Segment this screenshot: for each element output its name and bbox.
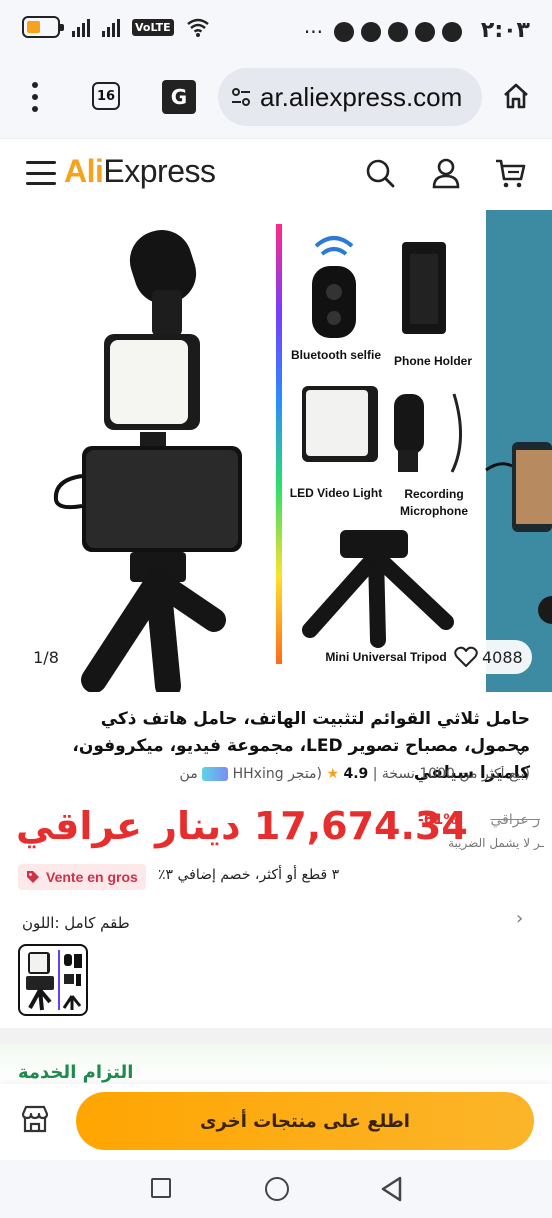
label-bluetooth: Bluetooth selfie [290,348,381,362]
battery-icon [22,16,64,38]
address-bar[interactable]: ar.aliexpress.com [218,68,482,126]
store-badge-icon [202,767,229,781]
product-gallery[interactable]: Bluetooth selfie Phone Holder LED Video … [0,210,552,692]
store-icon[interactable] [20,1104,50,1134]
cart-icon[interactable] [494,157,526,189]
account-icon[interactable] [430,157,462,189]
site-header: AliExpress [0,138,552,210]
label-phone-holder: Phone Holder [393,354,472,368]
signal-icon [72,17,90,37]
hamburger-menu-icon[interactable] [26,161,56,185]
bottom-action-bar: اطلع على منتجات أخرى [0,1084,552,1160]
search-icon[interactable] [364,157,396,189]
home-button[interactable] [265,1177,289,1201]
clock: ٢:٠٣ [480,18,530,43]
tab-switcher-button[interactable]: 16 [92,82,120,110]
view-other-products-button[interactable]: اطلع على منتجات أخرى [76,1092,534,1150]
wishlist-button[interactable]: 4088 [446,640,532,674]
chevron-right-icon[interactable]: › [516,908,523,929]
back-button[interactable] [380,1176,402,1202]
system-nav-bar [0,1160,552,1218]
product-meta: (بيع أكثر من 1000 نسخة | 4.9 ★ (متجر HHx… [10,766,530,790]
tag-icon [27,871,39,883]
original-price: ر عراقي [490,812,540,828]
heart-icon [454,646,478,667]
recents-button[interactable] [151,1178,171,1198]
wholesale-badge: Vente en gros [18,864,146,890]
translate-icon[interactable]: G [162,80,196,114]
rating-value: 4.9 [343,766,369,782]
chat-icon [334,22,354,42]
status-left-icons: VoLTE [22,16,210,38]
sold-count: (بيع أكثر من 1000 نسخة [381,766,530,782]
more-notifications-icon: ··· [303,20,323,44]
label-microphone: Recording Microphone [400,487,468,518]
discount-percent: -61% [418,812,458,828]
wifi-icon [186,18,209,37]
facebook-icon [442,22,462,42]
wholesale-label: Vente en gros [46,869,138,885]
browser-menu-icon[interactable] [30,82,40,112]
store-prefix: (متجر [288,766,323,782]
bulk-discount-text: ٣ قطع أو أكثر، خصم إضافي ٣٪ [158,867,340,883]
image-counter: 1/8 [18,640,74,674]
chevron-down-icon[interactable]: ⌄ [514,740,527,759]
label-led-light: LED Video Light [289,486,383,500]
current-price: 17,674.34 دينار عراقي [16,804,468,848]
gallery-icon [415,22,435,42]
section-divider [0,1028,552,1044]
store-name[interactable]: HHxing [233,766,284,782]
store-suffix: من [179,766,198,782]
volte-badge: VoLTE [132,18,174,36]
wishlist-count: 4088 [482,647,523,667]
site-settings-icon[interactable] [230,86,252,108]
status-bar: VoLTE ··· ٢:٠٣ [0,0,552,62]
service-title: التزام الخدمة [18,1062,134,1083]
messenger-icon-2 [388,22,408,42]
messenger-icon [361,22,381,42]
signal-icon-2 [102,17,120,37]
url-text[interactable]: ar.aliexpress.com [260,82,462,113]
product-image [53,210,552,692]
star-icon: ★ [326,766,340,782]
color-swatch-full-kit[interactable] [18,944,88,1016]
aliexpress-logo[interactable]: AliExpress [64,153,216,190]
browser-toolbar: 16 G ar.aliexpress.com [0,62,552,138]
tax-note: ـر لا يشمل الضريبة [448,836,544,850]
meta-separator: | [372,766,378,782]
notification-icons: ··· [304,20,462,44]
home-icon[interactable] [502,82,530,110]
service-commitment-section: التزام الخدمة [0,1044,552,1084]
label-tripod: Mini Universal Tripod [325,650,447,664]
color-label: طقم كامل :اللون [22,914,130,932]
swatch-thumbnail [26,950,82,1011]
